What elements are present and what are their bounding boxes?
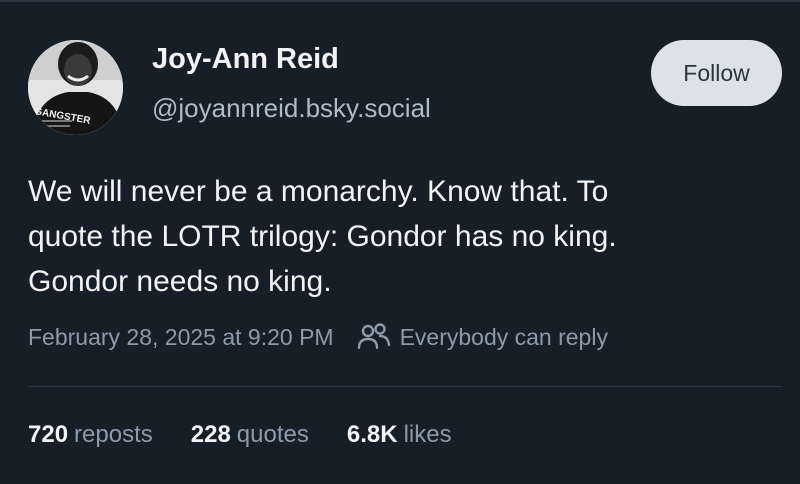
post-meta: February 28, 2025 at 9:20 PM Everybody c… bbox=[28, 322, 608, 352]
post-stats: 720 reposts 228 quotes 6.8K likes bbox=[28, 421, 490, 449]
post-text: We will never be a monarchy. Know that. … bbox=[28, 169, 778, 304]
post-timestamp[interactable]: February 28, 2025 at 9:20 PM bbox=[28, 324, 334, 351]
follow-button[interactable]: Follow bbox=[651, 40, 782, 106]
post-text-line: Gondor needs no king. bbox=[28, 265, 332, 298]
likes-count: 6.8K bbox=[346, 421, 398, 448]
avatar[interactable]: GANGSTER bbox=[28, 40, 123, 135]
quotes-stat[interactable]: 228 quotes bbox=[191, 421, 309, 449]
stats-divider bbox=[28, 386, 782, 387]
likes-label: likes bbox=[403, 421, 452, 448]
post-text-line: We will never be a monarchy. Know that. … bbox=[28, 175, 609, 208]
quotes-label: quotes bbox=[236, 421, 309, 448]
profile-photo: GANGSTER bbox=[28, 40, 123, 135]
post-text-line: quote the LOTR trilogy: Gondor has no ki… bbox=[28, 220, 617, 253]
reply-setting[interactable]: Everybody can reply bbox=[400, 324, 608, 351]
people-icon bbox=[356, 322, 392, 352]
likes-stat[interactable]: 6.8K likes bbox=[347, 421, 452, 449]
reposts-count: 720 bbox=[28, 421, 69, 448]
reposts-stat[interactable]: 720 reposts bbox=[28, 421, 153, 449]
reposts-label: reposts bbox=[74, 421, 153, 448]
quotes-count: 228 bbox=[190, 421, 231, 448]
author-display-name[interactable]: Joy-Ann Reid bbox=[152, 43, 339, 76]
top-divider bbox=[0, 0, 800, 2]
author-handle[interactable]: @joyannreid.bsky.social bbox=[152, 93, 431, 124]
